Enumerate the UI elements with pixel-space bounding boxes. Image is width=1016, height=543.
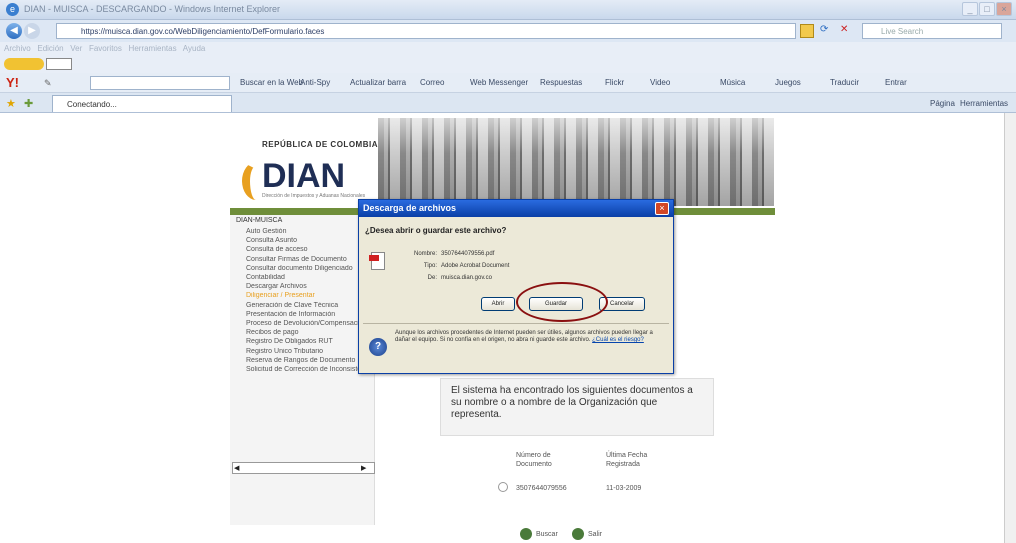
- ie-icon: e: [6, 3, 19, 16]
- dian-logo: DIAN: [262, 157, 346, 195]
- tab-current[interactable]: Conectando...: [52, 95, 232, 112]
- back-button[interactable]: ◀: [6, 23, 22, 39]
- forward-button[interactable]: ▶: [24, 23, 40, 39]
- table-header-date: Última Fecha Registrada: [606, 452, 648, 468]
- highlight-circle: [516, 282, 608, 322]
- dian-logo-subtitle: Dirección de Impuestos y Aduanas Naciona…: [262, 193, 366, 199]
- tools-menu-button[interactable]: Herramientas: [960, 99, 1008, 108]
- nav-item[interactable]: Contabilidad: [246, 274, 372, 281]
- scroll-right-icon[interactable]: ▶: [361, 464, 371, 472]
- dialog-divider: [363, 323, 669, 324]
- nav-item[interactable]: Proceso de Devolución/Compensación: [246, 320, 372, 327]
- toolbar-messenger-button[interactable]: Web Messenger: [470, 78, 528, 87]
- dialog-question: ¿Desea abrir o guardar este archivo?: [365, 226, 507, 235]
- menu-help[interactable]: Ayuda: [183, 44, 206, 53]
- vertical-scrollbar[interactable]: [1004, 113, 1016, 543]
- toolbar-translate-button[interactable]: Traducir: [830, 78, 859, 87]
- stop-icon[interactable]: ✕: [840, 24, 854, 38]
- menu-favorites[interactable]: Favoritos: [89, 44, 122, 53]
- table-header-document: Número de Documento: [516, 452, 552, 468]
- toolbar-answers-button[interactable]: Respuestas: [540, 78, 582, 87]
- open-button[interactable]: Abrir: [481, 297, 515, 311]
- window-title: DIAN - MUISCA - DESCARGANDO - Windows In…: [24, 4, 281, 14]
- toolbar-search-input[interactable]: [90, 76, 230, 90]
- windows-live-icon[interactable]: [4, 58, 44, 70]
- nav-item[interactable]: Consulta de acceso: [246, 246, 372, 253]
- row-select-radio[interactable]: [498, 482, 508, 492]
- url-input[interactable]: https://muisca.dian.gov.co/WebDiligencia…: [56, 23, 796, 39]
- table-cell-date: 11-03-2009: [606, 485, 642, 492]
- toolbar-video-button[interactable]: Video: [650, 78, 670, 87]
- shield-warning-icon: ?: [369, 338, 387, 356]
- yahoo-toolbar: Y! ✎ Buscar en la Web Anti-Spy Actualiza…: [0, 73, 1016, 93]
- page-menu-button[interactable]: Página: [930, 99, 955, 108]
- type-label: Tipo:: [423, 263, 437, 269]
- dialog-title: Descarga de archivos: [359, 200, 673, 217]
- tab-label: Conectando...: [67, 100, 117, 109]
- exit-icon[interactable]: [572, 528, 584, 540]
- toolbar-antispy-button[interactable]: Anti-Spy: [300, 78, 330, 87]
- toolbar-update-button[interactable]: Actualizar barra: [350, 78, 406, 87]
- nav-root[interactable]: DIAN-MUISCA: [236, 217, 282, 224]
- pdf-file-icon: [369, 252, 385, 270]
- dialog-close-button[interactable]: ×: [655, 202, 669, 215]
- type-value: Adobe Acrobat Document: [441, 263, 510, 269]
- menu-tools[interactable]: Herramientas: [129, 44, 177, 53]
- nav-item[interactable]: Registro Único Tributario: [246, 348, 372, 355]
- menu-edit[interactable]: Edición: [37, 44, 63, 53]
- from-label: De:: [427, 275, 437, 281]
- nav-item[interactable]: Reserva de Rangos de Documento: [246, 357, 372, 364]
- lock-icon[interactable]: [800, 24, 814, 38]
- yahoo-icon[interactable]: Y!: [6, 75, 19, 90]
- menu-view[interactable]: Ver: [70, 44, 82, 53]
- favorites-star-icon[interactable]: ★: [6, 97, 16, 110]
- nav-item[interactable]: Solicitud de Corrección de Inconsistenci…: [246, 366, 372, 373]
- links-toolbar: [0, 55, 1016, 73]
- name-label: Nombre:: [413, 251, 437, 257]
- toolbar-web-search-button[interactable]: Buscar en la Web: [240, 78, 303, 87]
- nav-item[interactable]: Auto Gestión: [246, 228, 372, 235]
- nav-item[interactable]: Consultar Firmas de Documento: [246, 256, 372, 263]
- pencil-icon[interactable]: ✎: [44, 78, 52, 89]
- table-cell-document: 3507644079556: [516, 485, 567, 492]
- tab-bar: ★ ✚ Conectando... Página Herramientas: [0, 93, 1016, 113]
- menu-file[interactable]: Archivo: [4, 44, 31, 53]
- refresh-icon[interactable]: ⟳: [820, 24, 834, 38]
- toolbar-mail-button[interactable]: Correo: [420, 78, 444, 87]
- add-favorites-icon[interactable]: ✚: [24, 97, 33, 110]
- window-titlebar: e DIAN - MUISCA - DESCARGANDO - Windows …: [0, 0, 1016, 20]
- from-value: muisca.dian.gov.co: [441, 275, 492, 281]
- minimize-button[interactable]: _: [962, 2, 978, 16]
- search-button[interactable]: Buscar: [536, 530, 558, 539]
- risk-link[interactable]: ¿Cuál es el riesgo?: [592, 337, 644, 343]
- toolbar-signin-button[interactable]: Entrar: [885, 78, 907, 87]
- result-message: El sistema ha encontrado los siguientes …: [440, 378, 714, 436]
- menu-bar: Archivo Edición Ver Favoritos Herramient…: [0, 42, 1016, 55]
- search-icon[interactable]: [520, 528, 532, 540]
- nav-item[interactable]: Recibos de pago: [246, 329, 372, 336]
- file-download-dialog: Descarga de archivos × ¿Desea abrir o gu…: [358, 199, 674, 374]
- nav-item[interactable]: Diligenciar / Presentar: [246, 292, 372, 299]
- country-label: REPÚBLICA DE COLOMBIA: [262, 140, 378, 149]
- toolbar-games-button[interactable]: Juegos: [775, 78, 801, 87]
- close-window-button[interactable]: ×: [996, 2, 1012, 16]
- dialog-warning-text: Aunque los archivos procedentes de Inter…: [395, 330, 655, 344]
- nav-item[interactable]: Consulta Asunto: [246, 237, 372, 244]
- toolbar-flickr-button[interactable]: Flickr: [605, 78, 624, 87]
- nav-item[interactable]: Consultar documento Diligenciado: [246, 265, 372, 272]
- exit-button[interactable]: Salir: [588, 530, 602, 539]
- toolbar-music-button[interactable]: Música: [720, 78, 745, 87]
- nav-item[interactable]: Registro De Obligados RUT: [246, 338, 372, 345]
- nav-item[interactable]: Generación de Clave Técnica: [246, 302, 372, 309]
- search-input[interactable]: Live Search: [862, 23, 1002, 39]
- nav-horizontal-scrollbar[interactable]: ◀ ▶: [232, 462, 375, 474]
- toolbar-dropdown[interactable]: [46, 58, 72, 70]
- scroll-left-icon[interactable]: ◀: [234, 464, 244, 472]
- maximize-button[interactable]: □: [979, 2, 995, 16]
- nav-item[interactable]: Descargar Archivos: [246, 283, 372, 290]
- name-value: 3507644079556.pdf: [441, 251, 495, 257]
- nav-item[interactable]: Presentación de Información: [246, 311, 372, 318]
